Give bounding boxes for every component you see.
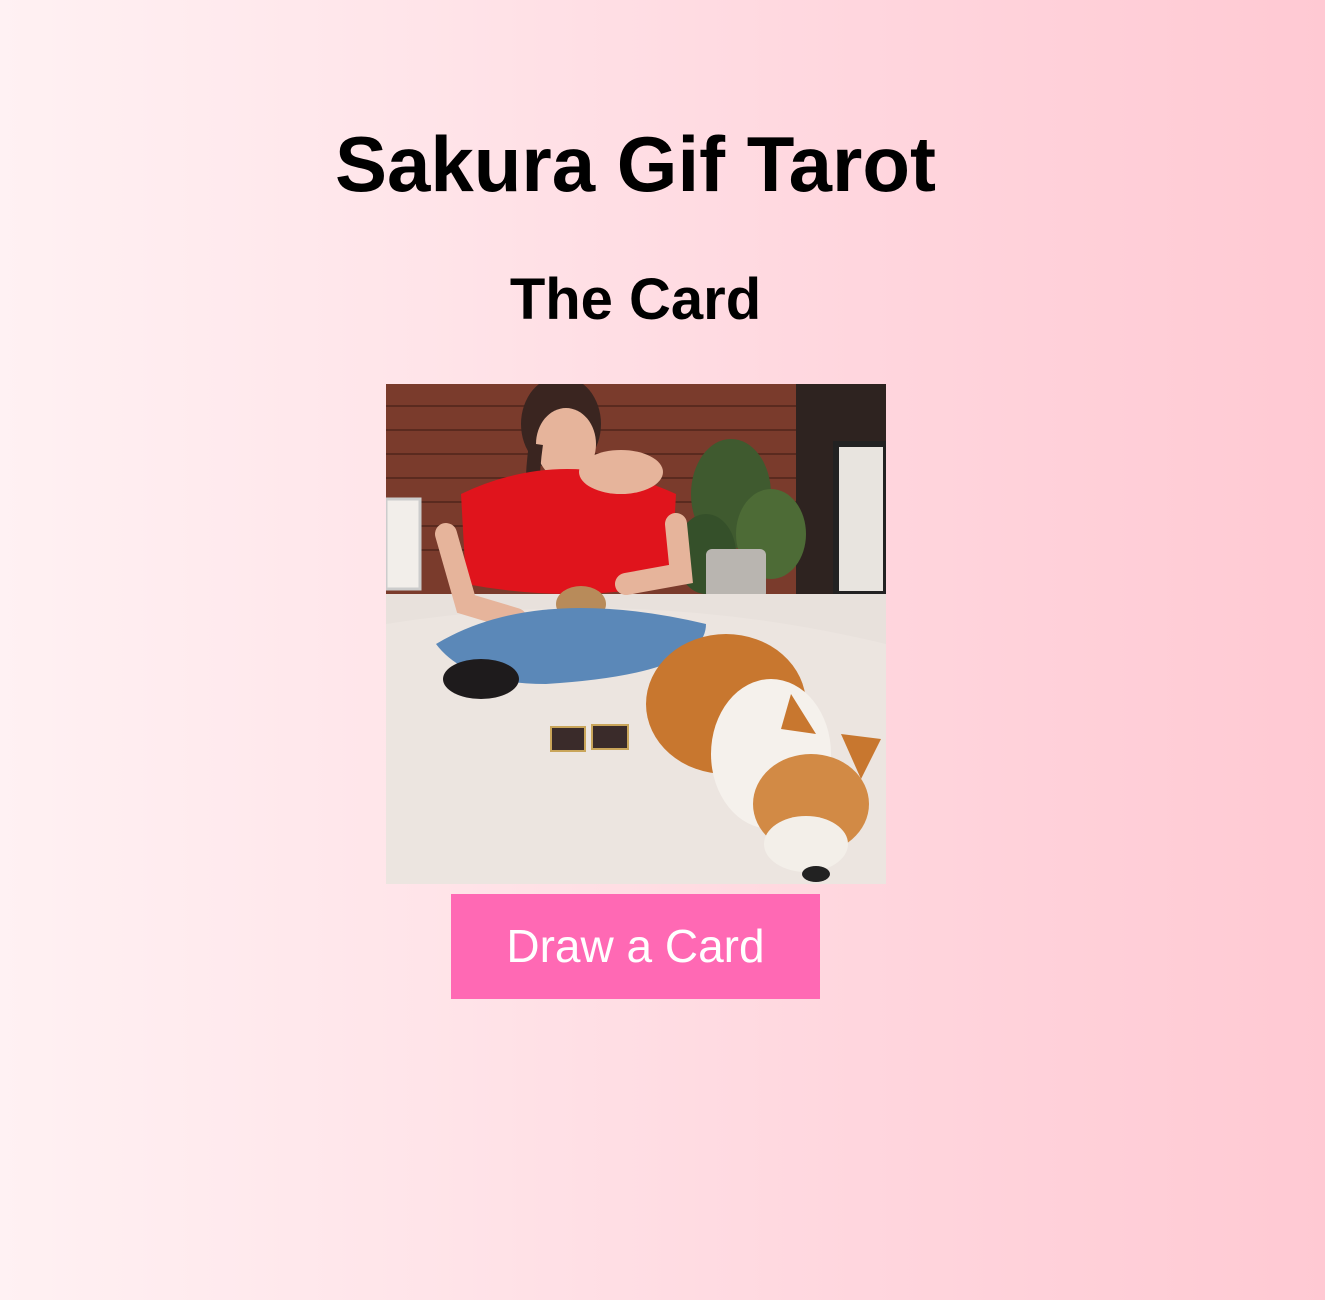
tarot-gif-illustration (386, 384, 886, 884)
framed-picture (833, 441, 886, 597)
draw-card-button[interactable]: Draw a Card (451, 894, 820, 999)
card-heading: The Card (509, 267, 762, 332)
tarot-card-2 (591, 724, 629, 750)
tarot-card-1 (550, 726, 586, 752)
tarot-gif-image (386, 384, 886, 884)
left-frame (386, 497, 422, 591)
page-title: Sakura Gif Tarot (334, 120, 937, 208)
